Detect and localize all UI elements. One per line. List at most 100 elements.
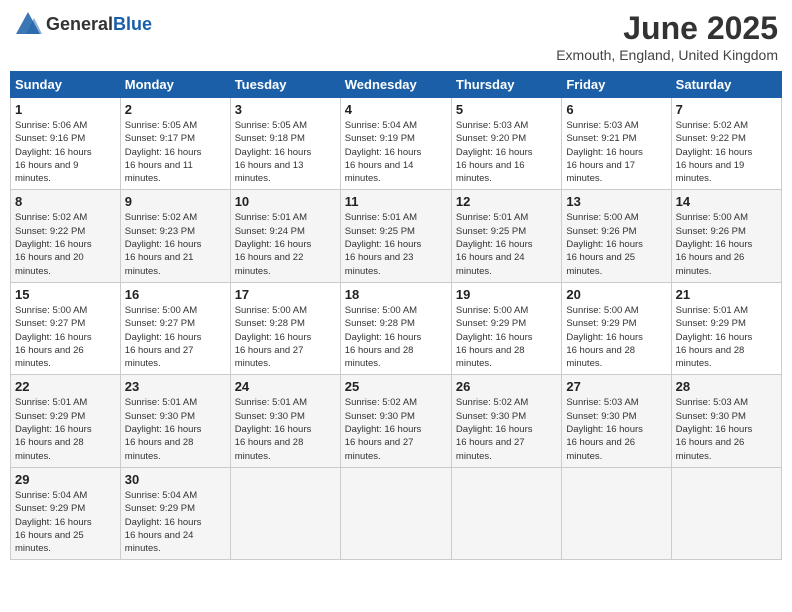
day-info: Sunrise: 5:02 AM Sunset: 9:22 PM Dayligh… (15, 211, 116, 277)
col-monday: Monday (120, 72, 230, 98)
day-info: Sunrise: 5:05 AM Sunset: 9:17 PM Dayligh… (125, 119, 226, 185)
day-info: Sunrise: 5:03 AM Sunset: 9:20 PM Dayligh… (456, 119, 557, 185)
day-info: Sunrise: 5:04 AM Sunset: 9:19 PM Dayligh… (345, 119, 447, 185)
col-wednesday: Wednesday (340, 72, 451, 98)
table-row: 29 Sunrise: 5:04 AM Sunset: 9:29 PM Dayl… (11, 467, 121, 559)
logo-icon (14, 10, 42, 38)
col-friday: Friday (562, 72, 671, 98)
day-info: Sunrise: 5:00 AM Sunset: 9:29 PM Dayligh… (456, 304, 557, 370)
table-row: 15 Sunrise: 5:00 AM Sunset: 9:27 PM Dayl… (11, 282, 121, 374)
table-row (451, 467, 561, 559)
table-row (671, 467, 781, 559)
day-number: 7 (676, 102, 777, 117)
table-row: 26 Sunrise: 5:02 AM Sunset: 9:30 PM Dayl… (451, 375, 561, 467)
day-info: Sunrise: 5:01 AM Sunset: 9:29 PM Dayligh… (15, 396, 116, 462)
day-info: Sunrise: 5:00 AM Sunset: 9:26 PM Dayligh… (566, 211, 666, 277)
day-number: 13 (566, 194, 666, 209)
table-row (230, 467, 340, 559)
day-info: Sunrise: 5:01 AM Sunset: 9:24 PM Dayligh… (235, 211, 336, 277)
table-row: 7 Sunrise: 5:02 AM Sunset: 9:22 PM Dayli… (671, 98, 781, 190)
table-row: 9 Sunrise: 5:02 AM Sunset: 9:23 PM Dayli… (120, 190, 230, 282)
day-number: 1 (15, 102, 116, 117)
table-row: 28 Sunrise: 5:03 AM Sunset: 9:30 PM Dayl… (671, 375, 781, 467)
table-row: 2 Sunrise: 5:05 AM Sunset: 9:17 PM Dayli… (120, 98, 230, 190)
day-info: Sunrise: 5:03 AM Sunset: 9:30 PM Dayligh… (566, 396, 666, 462)
day-number: 3 (235, 102, 336, 117)
col-thursday: Thursday (451, 72, 561, 98)
table-row: 1 Sunrise: 5:06 AM Sunset: 9:16 PM Dayli… (11, 98, 121, 190)
table-row: 20 Sunrise: 5:00 AM Sunset: 9:29 PM Dayl… (562, 282, 671, 374)
day-number: 6 (566, 102, 666, 117)
day-number: 22 (15, 379, 116, 394)
day-number: 17 (235, 287, 336, 302)
day-info: Sunrise: 5:00 AM Sunset: 9:28 PM Dayligh… (235, 304, 336, 370)
table-row: 24 Sunrise: 5:01 AM Sunset: 9:30 PM Dayl… (230, 375, 340, 467)
logo-blue-text: Blue (113, 14, 152, 34)
table-row (562, 467, 671, 559)
location-title: Exmouth, England, United Kingdom (556, 47, 778, 63)
table-row: 16 Sunrise: 5:00 AM Sunset: 9:27 PM Dayl… (120, 282, 230, 374)
day-info: Sunrise: 5:00 AM Sunset: 9:28 PM Dayligh… (345, 304, 447, 370)
day-info: Sunrise: 5:01 AM Sunset: 9:30 PM Dayligh… (125, 396, 226, 462)
day-number: 19 (456, 287, 557, 302)
table-row: 14 Sunrise: 5:00 AM Sunset: 9:26 PM Dayl… (671, 190, 781, 282)
day-info: Sunrise: 5:01 AM Sunset: 9:25 PM Dayligh… (456, 211, 557, 277)
page-header: GeneralBlue June 2025 Exmouth, England, … (10, 10, 782, 63)
day-number: 2 (125, 102, 226, 117)
table-row: 25 Sunrise: 5:02 AM Sunset: 9:30 PM Dayl… (340, 375, 451, 467)
day-number: 30 (125, 472, 226, 487)
logo: GeneralBlue (14, 10, 152, 38)
table-row: 13 Sunrise: 5:00 AM Sunset: 9:26 PM Dayl… (562, 190, 671, 282)
day-number: 18 (345, 287, 447, 302)
table-row: 11 Sunrise: 5:01 AM Sunset: 9:25 PM Dayl… (340, 190, 451, 282)
table-row: 30 Sunrise: 5:04 AM Sunset: 9:29 PM Dayl… (120, 467, 230, 559)
day-number: 9 (125, 194, 226, 209)
table-row: 6 Sunrise: 5:03 AM Sunset: 9:21 PM Dayli… (562, 98, 671, 190)
day-number: 16 (125, 287, 226, 302)
table-row: 8 Sunrise: 5:02 AM Sunset: 9:22 PM Dayli… (11, 190, 121, 282)
day-info: Sunrise: 5:03 AM Sunset: 9:30 PM Dayligh… (676, 396, 777, 462)
day-number: 11 (345, 194, 447, 209)
table-row: 18 Sunrise: 5:00 AM Sunset: 9:28 PM Dayl… (340, 282, 451, 374)
day-info: Sunrise: 5:01 AM Sunset: 9:29 PM Dayligh… (676, 304, 777, 370)
calendar-row: 1 Sunrise: 5:06 AM Sunset: 9:16 PM Dayli… (11, 98, 782, 190)
day-number: 26 (456, 379, 557, 394)
calendar-table: Sunday Monday Tuesday Wednesday Thursday… (10, 71, 782, 560)
day-number: 14 (676, 194, 777, 209)
day-number: 29 (15, 472, 116, 487)
day-number: 20 (566, 287, 666, 302)
day-number: 12 (456, 194, 557, 209)
day-number: 27 (566, 379, 666, 394)
day-number: 23 (125, 379, 226, 394)
table-row: 23 Sunrise: 5:01 AM Sunset: 9:30 PM Dayl… (120, 375, 230, 467)
calendar-row: 22 Sunrise: 5:01 AM Sunset: 9:29 PM Dayl… (11, 375, 782, 467)
table-row: 21 Sunrise: 5:01 AM Sunset: 9:29 PM Dayl… (671, 282, 781, 374)
day-number: 4 (345, 102, 447, 117)
day-info: Sunrise: 5:02 AM Sunset: 9:30 PM Dayligh… (456, 396, 557, 462)
day-info: Sunrise: 5:04 AM Sunset: 9:29 PM Dayligh… (125, 489, 226, 555)
day-number: 8 (15, 194, 116, 209)
month-title: June 2025 (556, 10, 778, 47)
table-row: 3 Sunrise: 5:05 AM Sunset: 9:18 PM Dayli… (230, 98, 340, 190)
table-row (340, 467, 451, 559)
day-number: 28 (676, 379, 777, 394)
col-sunday: Sunday (11, 72, 121, 98)
day-info: Sunrise: 5:02 AM Sunset: 9:23 PM Dayligh… (125, 211, 226, 277)
table-row: 19 Sunrise: 5:00 AM Sunset: 9:29 PM Dayl… (451, 282, 561, 374)
day-info: Sunrise: 5:00 AM Sunset: 9:29 PM Dayligh… (566, 304, 666, 370)
day-number: 15 (15, 287, 116, 302)
table-row: 10 Sunrise: 5:01 AM Sunset: 9:24 PM Dayl… (230, 190, 340, 282)
day-info: Sunrise: 5:01 AM Sunset: 9:25 PM Dayligh… (345, 211, 447, 277)
day-info: Sunrise: 5:00 AM Sunset: 9:27 PM Dayligh… (15, 304, 116, 370)
day-info: Sunrise: 5:05 AM Sunset: 9:18 PM Dayligh… (235, 119, 336, 185)
day-number: 5 (456, 102, 557, 117)
table-row: 17 Sunrise: 5:00 AM Sunset: 9:28 PM Dayl… (230, 282, 340, 374)
calendar-row: 8 Sunrise: 5:02 AM Sunset: 9:22 PM Dayli… (11, 190, 782, 282)
day-number: 25 (345, 379, 447, 394)
day-info: Sunrise: 5:00 AM Sunset: 9:26 PM Dayligh… (676, 211, 777, 277)
day-number: 21 (676, 287, 777, 302)
calendar-row: 15 Sunrise: 5:00 AM Sunset: 9:27 PM Dayl… (11, 282, 782, 374)
logo-general-text: General (46, 14, 113, 34)
day-info: Sunrise: 5:03 AM Sunset: 9:21 PM Dayligh… (566, 119, 666, 185)
day-number: 24 (235, 379, 336, 394)
